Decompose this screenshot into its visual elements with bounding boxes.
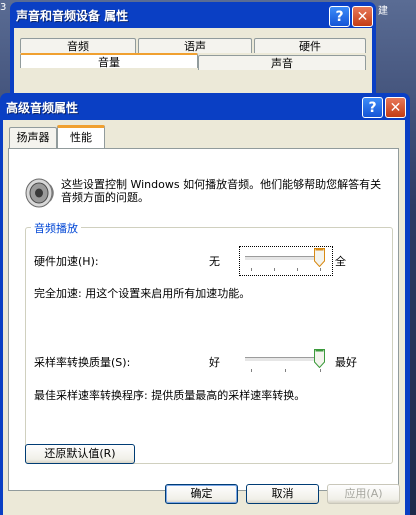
back-tab-volume[interactable]: 音量 (20, 53, 198, 69)
hardware-accel-min-label: 无 (209, 255, 220, 268)
sample-rate-tick (251, 369, 252, 372)
sample-rate-thumb[interactable] (314, 349, 325, 369)
back-tab-audio[interactable]: 音频 (20, 38, 136, 53)
tab-performance[interactable]: 性能 (57, 125, 105, 149)
restore-defaults-button[interactable]: 还原默认值(R) (25, 444, 135, 464)
close-button[interactable]: ✕ (385, 97, 406, 118)
back-window-title: 声音和音频设备 属性 (16, 9, 129, 23)
dialog-body: 扬声器 性能 这些设置控制 Windows 如何播放音频。他们能够帮助您解答有关… (3, 120, 405, 515)
hardware-accel-track (245, 256, 325, 261)
hardware-accel-slider[interactable] (245, 248, 325, 272)
hardware-accel-max-label: 全 (335, 255, 346, 268)
sample-rate-min-label: 好 (209, 356, 220, 369)
back-tab-voice[interactable]: 语声 (138, 38, 252, 53)
hardware-accel-tick (297, 268, 298, 271)
sample-rate-track (245, 357, 325, 362)
sample-rate-slider[interactable] (245, 349, 325, 373)
hardware-accel-thumb[interactable] (314, 248, 325, 268)
intro-text: 这些设置控制 Windows 如何播放音频。他们能够帮助您解答有关音频方面的问题… (61, 178, 382, 204)
back-help-button[interactable]: ? (329, 6, 350, 27)
performance-panel: 这些设置控制 Windows 如何播放音频。他们能够帮助您解答有关音频方面的问题… (8, 148, 399, 491)
hardware-accel-description: 完全加速: 用这个设置来启用所有加速功能。 (34, 287, 251, 300)
hardware-accel-tick (320, 268, 321, 271)
apply-button[interactable]: 应用(A) (327, 484, 400, 504)
help-button[interactable]: ? (362, 97, 383, 118)
cancel-button[interactable]: 取消 (246, 484, 319, 504)
ok-button[interactable]: 确定 (165, 484, 238, 504)
dialog-title: 高级音频属性 (6, 101, 79, 115)
sample-rate-label: 采样率转换质量(S): (34, 356, 131, 369)
back-tab-sounds[interactable]: 声音 (198, 55, 366, 70)
tab-speakers[interactable]: 扬声器 (9, 127, 57, 148)
sample-rate-tick (320, 369, 321, 372)
back-close-button[interactable]: ✕ (352, 6, 373, 27)
advanced-audio-properties-dialog: 高级音频属性 ? ✕ 扬声器 性能 这些设置控制 Windows 如何播放音频。… (0, 93, 410, 515)
sample-rate-description: 最佳采样速率转换程序: 提供质量最高的采样速率转换。 (34, 389, 306, 402)
desktop-edge-text-right: 建 (378, 6, 388, 17)
playback-group-title: 音频播放 (31, 220, 81, 236)
back-tab-hardware[interactable]: 硬件 (254, 38, 366, 53)
sample-rate-tick (285, 369, 286, 372)
hardware-accel-tick (274, 268, 275, 271)
desktop-edge-text-left: 3 (0, 2, 7, 13)
speaker-icon (23, 175, 57, 209)
hardware-accel-label: 硬件加速(H): (34, 255, 99, 268)
sample-rate-max-label: 最好 (335, 356, 357, 369)
hardware-accel-tick (251, 268, 252, 271)
